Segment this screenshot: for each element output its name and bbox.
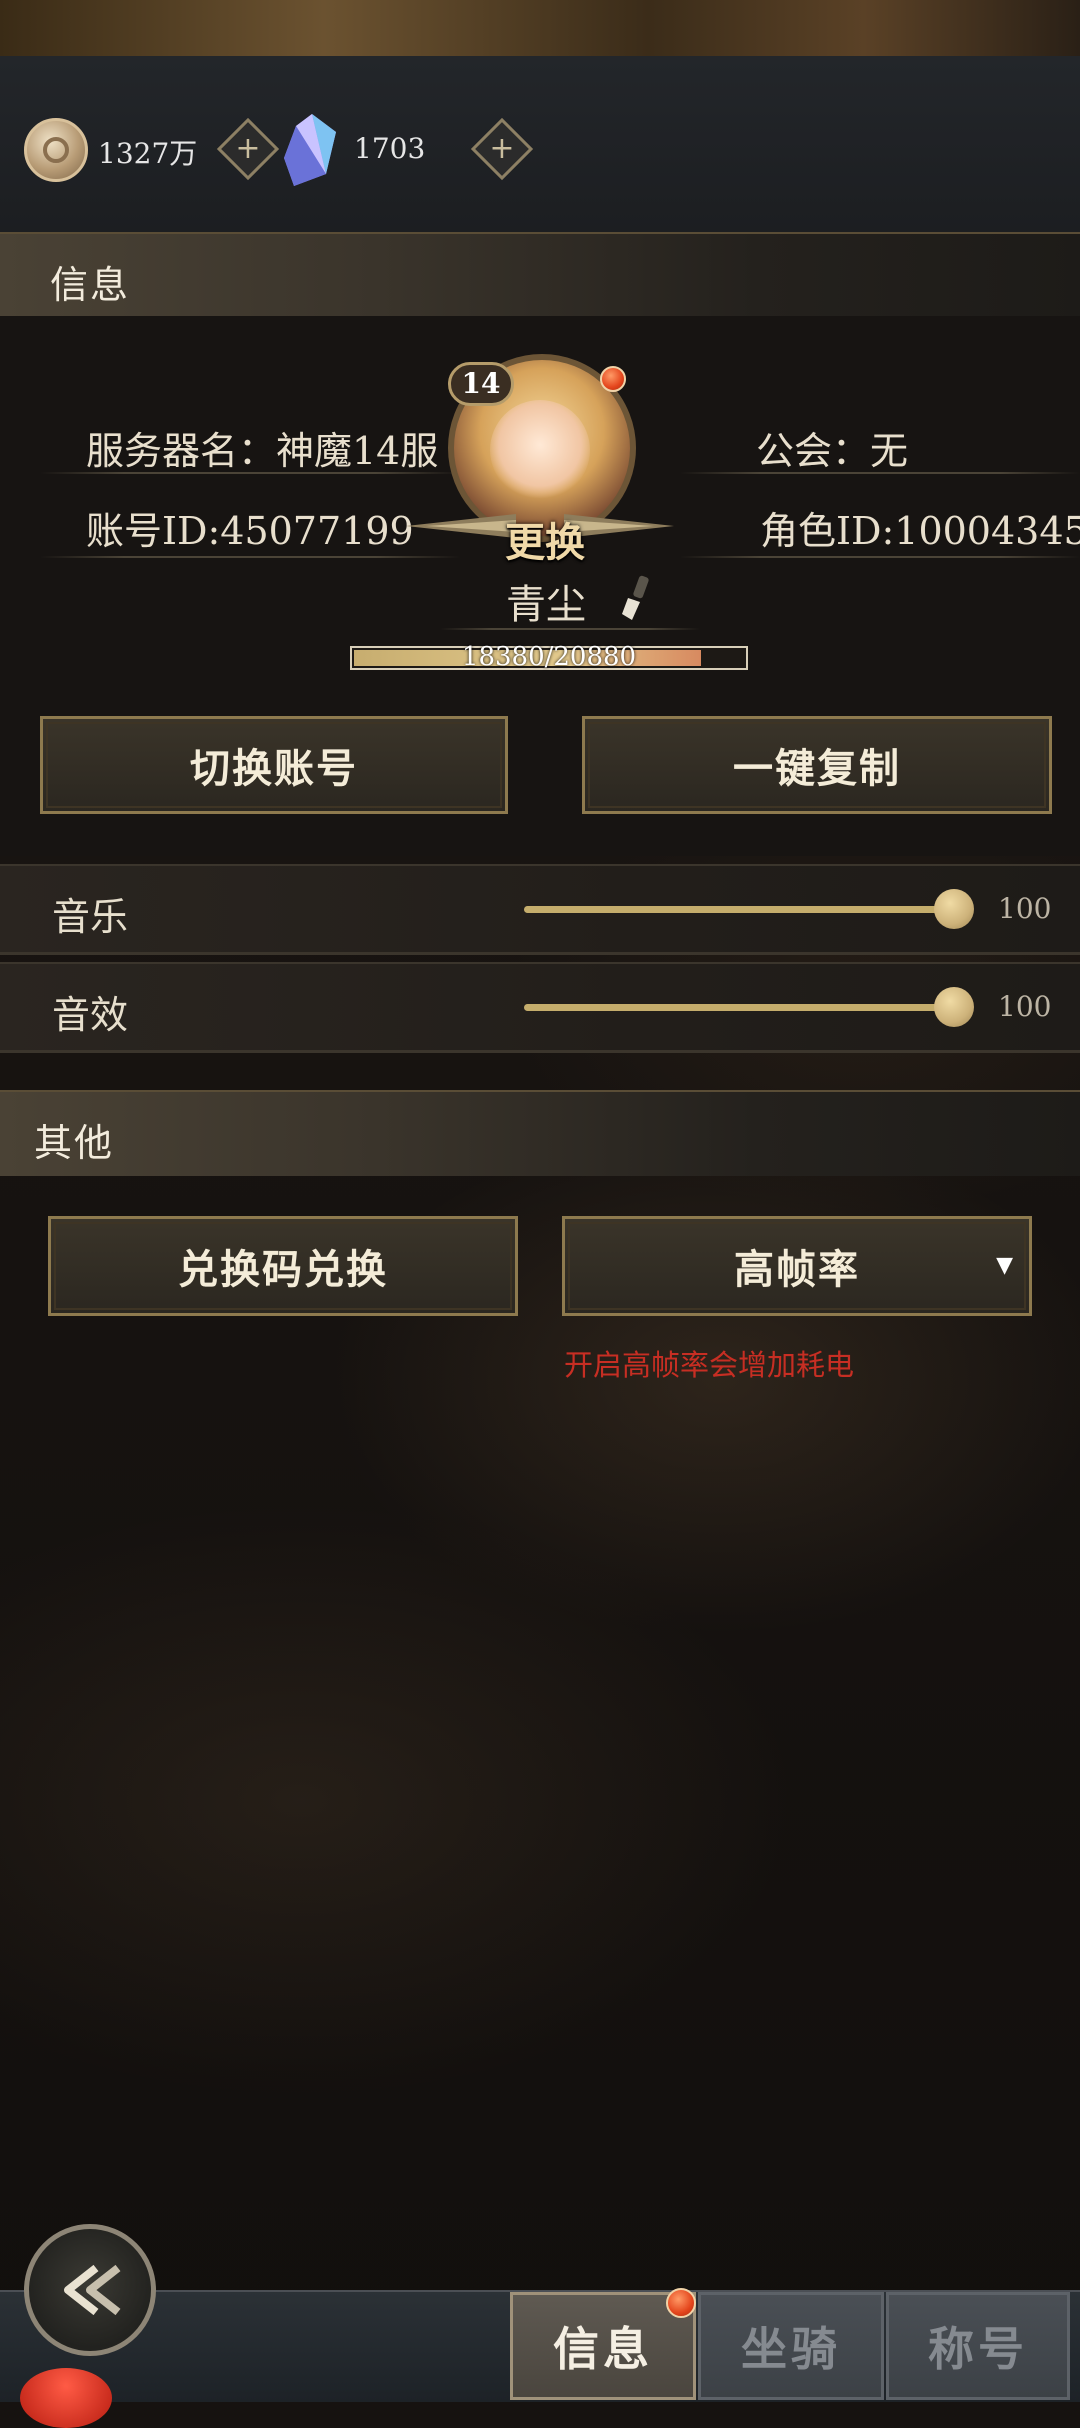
music-row: 音乐 100 [0, 864, 1080, 955]
divider [680, 472, 1080, 474]
exp-text: 18380/20880 [461, 642, 637, 672]
frame-rate-selected: 高帧率 [734, 1246, 860, 1293]
top-decor-band [0, 0, 1080, 56]
tab-title[interactable]: 称号 [886, 2292, 1070, 2400]
sound-slider-fill [524, 1004, 954, 1011]
info-section-header: 信息 [0, 232, 1080, 318]
divider [40, 472, 460, 474]
copy-info-button[interactable]: 一键复制 [582, 716, 1052, 814]
server-name: 服务器名：神魔14服 [86, 429, 439, 473]
coin-amount: 1327万 [98, 137, 198, 170]
crystal-icon [284, 114, 336, 186]
sound-slider-knob[interactable] [934, 987, 974, 1027]
sound-value: 100 [998, 990, 1052, 1023]
role-id: 角色ID:10004345 [760, 509, 1080, 553]
back-button[interactable] [24, 2224, 156, 2356]
player-name: 青尘 [506, 582, 586, 628]
plus-icon: + [235, 131, 261, 166]
music-slider-fill [524, 906, 954, 913]
music-value: 100 [998, 892, 1052, 925]
music-label: 音乐 [52, 895, 129, 939]
edit-brush-icon[interactable] [614, 574, 654, 622]
dropdown-arrow-icon: ▼ [996, 1253, 1015, 1278]
frame-rate-hint: 开启高帧率会增加耗电 [564, 1348, 855, 1382]
divider [40, 556, 460, 558]
coin-icon [24, 118, 88, 182]
level-badge: 14 [448, 362, 514, 406]
sound-row: 音效 100 [0, 962, 1080, 1053]
music-slider[interactable] [524, 889, 974, 929]
notification-dot [600, 366, 626, 392]
divider [680, 556, 1080, 558]
crystal-amount: 1703 [354, 132, 426, 165]
sound-slider[interactable] [524, 987, 974, 1027]
other-section-title: 其他 [34, 1121, 115, 1165]
back-arrow-icon [64, 2264, 121, 2316]
notification-bubble [20, 2368, 112, 2428]
sound-label: 音效 [52, 993, 129, 1037]
account-id: 账号ID:45077199 [86, 509, 414, 553]
frame-rate-select[interactable]: 高帧率 ▼ [562, 1216, 1032, 1316]
other-section-header: 其他 [0, 1090, 1080, 1176]
plus-icon: + [489, 131, 515, 166]
redeem-code-button[interactable]: 兑换码兑换 [48, 1216, 518, 1316]
tab-mount[interactable]: 坐骑 [698, 2292, 884, 2400]
info-section-title: 信息 [50, 263, 131, 307]
guild-info: 公会：无 [756, 429, 909, 473]
change-avatar-button[interactable]: 更换 [490, 510, 600, 568]
notification-dot [666, 2288, 696, 2318]
divider [440, 628, 700, 630]
music-slider-knob[interactable] [934, 889, 974, 929]
switch-account-button[interactable]: 切换账号 [40, 716, 508, 814]
